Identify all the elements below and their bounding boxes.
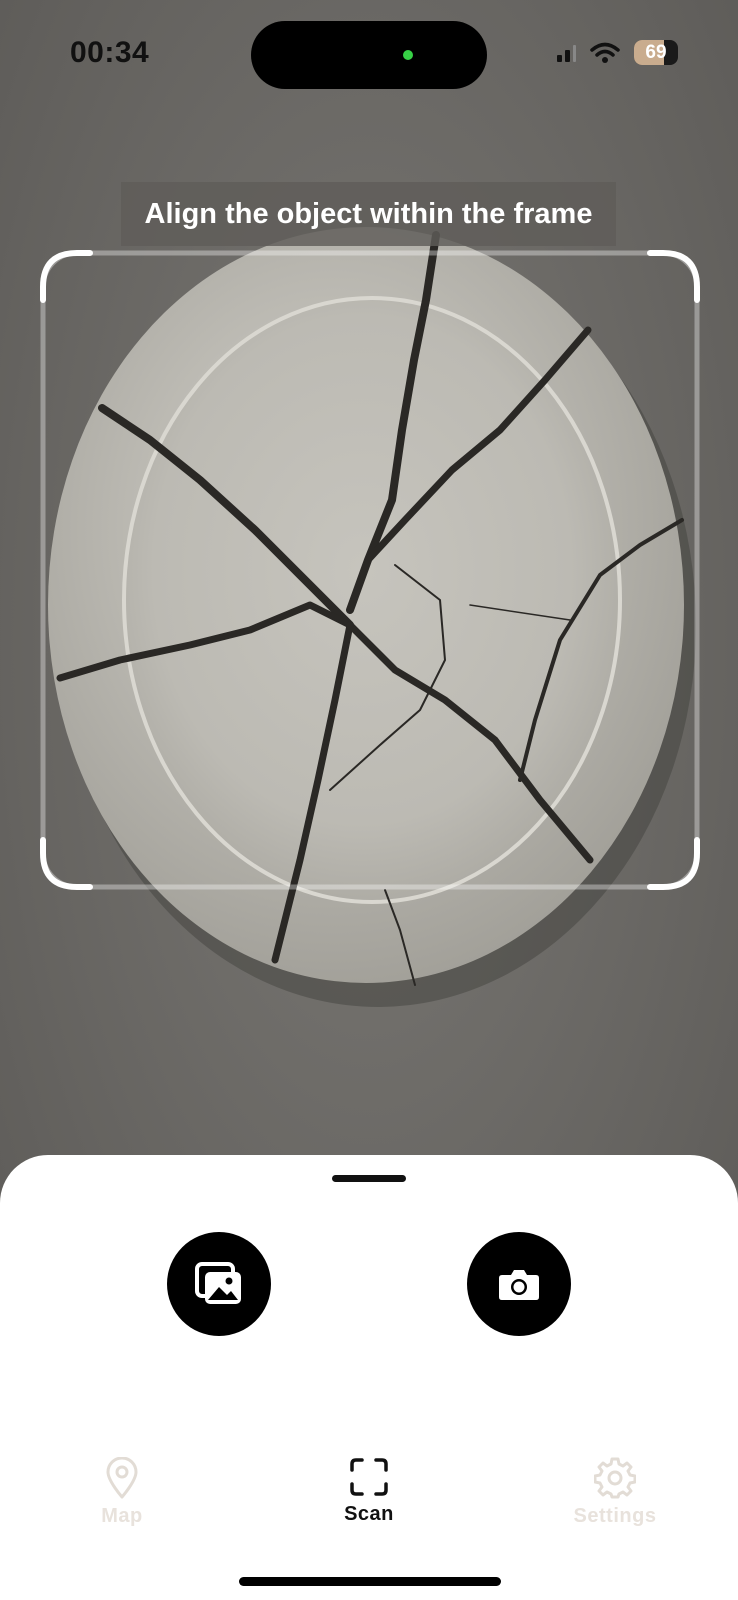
home-indicator[interactable]: [239, 1577, 501, 1586]
tab-map-label: Map: [101, 1505, 143, 1527]
sheet-grabber[interactable]: [332, 1175, 406, 1182]
battery-percentage: 69: [645, 42, 667, 63]
wifi-icon: [590, 42, 620, 63]
map-pin-icon: [106, 1457, 138, 1499]
tab-map[interactable]: Map: [47, 1457, 197, 1528]
camera-button[interactable]: [467, 1232, 571, 1336]
tab-settings-label: Settings: [573, 1505, 657, 1527]
tab-scan-label: Scan: [344, 1503, 394, 1525]
status-icons: 69: [556, 40, 678, 65]
scan-instruction: Align the object within the frame: [121, 182, 616, 246]
scan-frame-overlay: [40, 250, 700, 890]
camera-in-use-indicator: [403, 50, 413, 60]
battery-icon: 69: [634, 40, 678, 65]
bottom-sheet: [0, 1155, 738, 1600]
camera-icon: [499, 1270, 539, 1300]
scan-screen: 00:34 69 Align the object within the fra…: [0, 0, 738, 1600]
gallery-button[interactable]: [167, 1232, 271, 1336]
scan-frame-icon: [350, 1458, 388, 1496]
tab-settings[interactable]: Settings: [540, 1457, 690, 1528]
cellular-signal-icon: [557, 44, 576, 62]
status-time: 00:34: [70, 36, 150, 69]
tab-scan[interactable]: Scan: [294, 1457, 444, 1526]
dynamic-island: [251, 21, 487, 89]
gear-icon: [594, 1457, 636, 1499]
photo-gallery-icon: [195, 1262, 241, 1304]
